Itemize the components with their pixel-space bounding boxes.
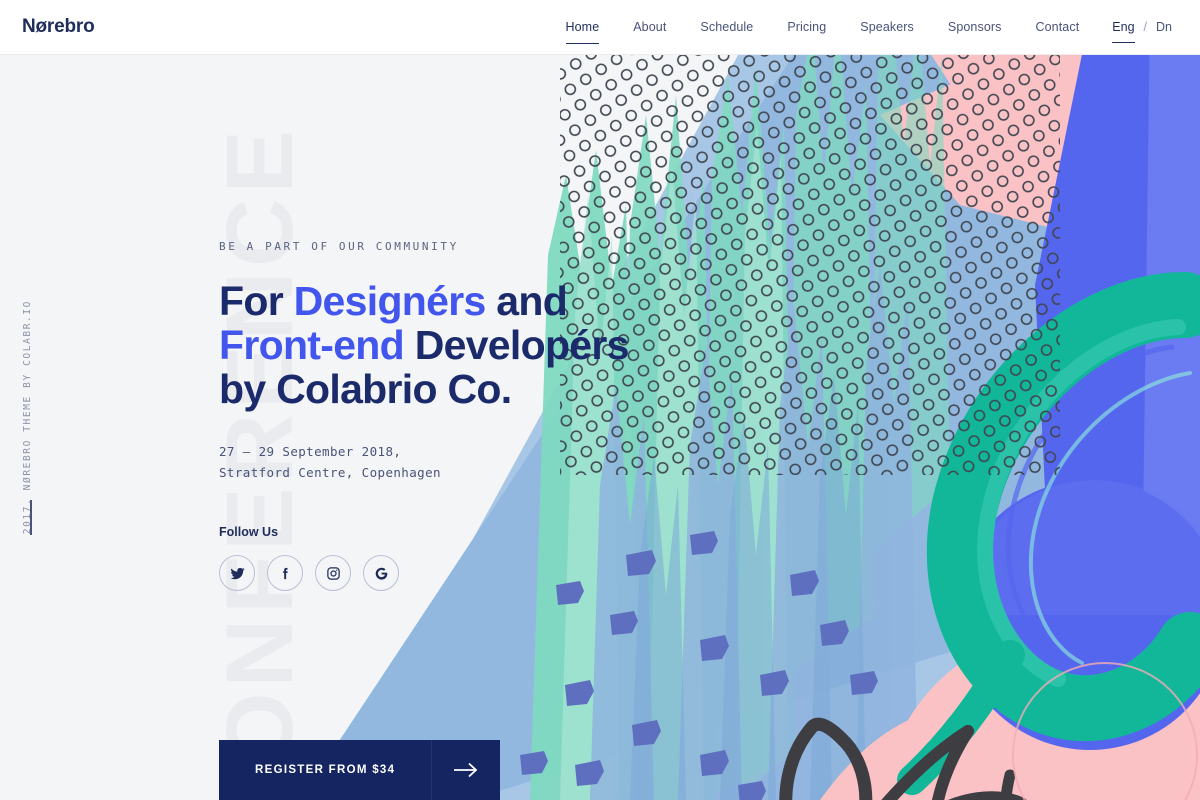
nav-item-pricing[interactable]: Pricing xyxy=(770,20,843,34)
site-header: Nørebro Home About Schedule Pricing Spea… xyxy=(0,0,1200,55)
nav-item-sponsors[interactable]: Sponsors xyxy=(931,20,1019,34)
nav-item-home[interactable]: Home xyxy=(549,20,617,44)
headline-text-developers: Developérs xyxy=(404,322,630,368)
follow-us-label: Follow Us xyxy=(219,525,279,539)
nav-item-contact[interactable]: Contact xyxy=(1019,20,1097,34)
site-logo[interactable]: Nørebro xyxy=(22,16,95,38)
social-link-twitter[interactable] xyxy=(219,555,255,591)
event-details: 27 – 29 September 2018, Stratford Centre… xyxy=(219,441,629,483)
facebook-icon xyxy=(278,566,293,581)
landing-page: Nørebro Home About Schedule Pricing Spea… xyxy=(0,0,1200,800)
social-link-google[interactable] xyxy=(363,555,399,591)
register-cta[interactable]: REGISTER FROM $34 xyxy=(219,740,501,800)
event-location: Stratford Centre, Copenhagen xyxy=(219,465,441,480)
language-switcher: Eng / Dn xyxy=(1096,20,1176,43)
social-link-instagram[interactable] xyxy=(315,555,351,591)
social-link-facebook[interactable] xyxy=(267,555,303,591)
register-cta-label[interactable]: REGISTER FROM $34 xyxy=(219,740,432,800)
main-navigation: Home About Schedule Pricing Speakers Spo… xyxy=(549,20,1177,44)
nav-item-schedule[interactable]: Schedule xyxy=(683,20,770,34)
hero-eyebrow: BE A PART OF OUR COMMUNITY xyxy=(219,240,459,253)
arrow-right-icon[interactable] xyxy=(431,740,501,800)
social-links xyxy=(219,555,629,591)
nav-item-speakers[interactable]: Speakers xyxy=(843,20,931,34)
hero-headline: For Designérs and Front-end Developérs b… xyxy=(219,279,629,411)
headline-text-for: For xyxy=(219,278,294,324)
headline-accent-designers: Designérs xyxy=(293,278,487,324)
language-separator: / xyxy=(1143,20,1148,34)
headline-line-2: Front-end Developérs xyxy=(219,322,629,368)
language-option-eng[interactable]: Eng xyxy=(1108,20,1138,43)
twitter-icon xyxy=(230,566,245,581)
vertical-divider xyxy=(30,500,32,535)
event-date: 27 – 29 September 2018, xyxy=(219,444,402,459)
headline-line-3: by Colabrio Co. xyxy=(219,366,512,412)
headline-accent-frontend: Front-end xyxy=(219,322,405,368)
language-option-dn[interactable]: Dn xyxy=(1152,20,1176,34)
nav-item-about[interactable]: About xyxy=(616,20,683,34)
headline-text-and: and xyxy=(485,278,568,324)
hero-content: BE A PART OF OUR COMMUNITY For Designérs… xyxy=(219,240,629,591)
instagram-icon xyxy=(326,566,341,581)
headline-line-1: For Designérs and xyxy=(219,278,568,324)
google-icon xyxy=(374,566,389,581)
